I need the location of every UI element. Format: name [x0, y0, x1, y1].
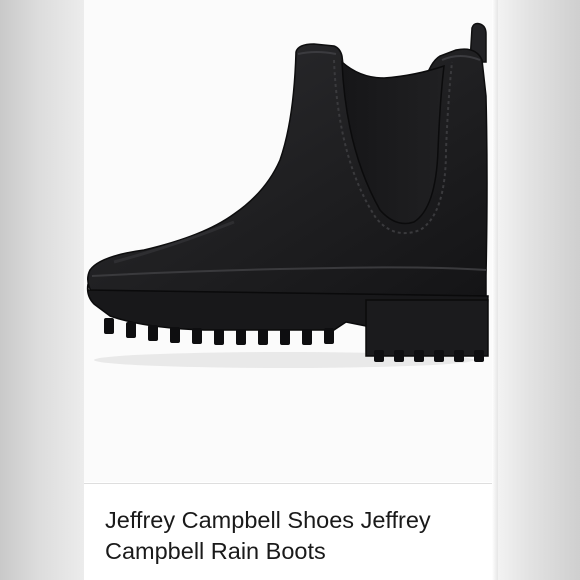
listing-title[interactable]: Jeffrey Campbell Shoes Jeffrey Campbell …	[105, 505, 498, 567]
blurred-background-left	[0, 0, 84, 580]
divider	[84, 483, 498, 484]
product-photo[interactable]	[84, 0, 498, 482]
black-chelsea-rain-boot-icon	[86, 22, 489, 368]
card-edge	[492, 0, 498, 580]
blurred-background-right	[498, 0, 580, 580]
listing-title-line-1: Jeffrey Campbell Shoes Jeffrey	[105, 507, 431, 533]
listing-title-line-2: Campbell Rain Boots	[105, 538, 326, 564]
product-card[interactable]: Jeffrey Campbell Shoes Jeffrey Campbell …	[84, 0, 498, 580]
